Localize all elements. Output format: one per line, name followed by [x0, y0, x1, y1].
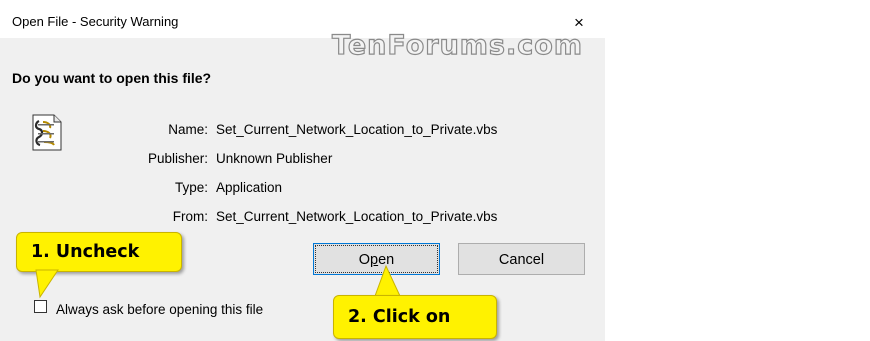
script-file-icon: [32, 114, 62, 151]
always-ask-checkbox[interactable]: [34, 300, 47, 313]
dialog-title: Open File - Security Warning: [12, 14, 179, 29]
name-label: Name:: [168, 122, 208, 137]
name-value: Set_Current_Network_Location_to_Private.…: [216, 122, 498, 137]
from-label: From:: [172, 209, 208, 224]
publisher-value: Unknown Publisher: [216, 151, 333, 166]
cancel-button[interactable]: Cancel: [458, 243, 585, 275]
open-button-label: Open: [315, 245, 438, 273]
publisher-label: Publisher:: [147, 151, 208, 166]
security-warning-dialog: Open File - Security Warning × TenForums…: [0, 0, 605, 341]
open-button[interactable]: Open: [313, 243, 440, 275]
dialog-question: Do you want to open this file?: [12, 70, 212, 86]
always-ask-label[interactable]: Always ask before opening this file: [56, 302, 263, 317]
step2-callout: 2. Click on: [333, 295, 497, 339]
watermark: TenForums.com: [331, 29, 583, 61]
from-value: Set_Current_Network_Location_to_Private.…: [216, 209, 498, 224]
step1-callout: 1. Uncheck: [16, 232, 182, 272]
type-label: Type:: [174, 180, 208, 195]
type-value: Application: [216, 180, 283, 195]
